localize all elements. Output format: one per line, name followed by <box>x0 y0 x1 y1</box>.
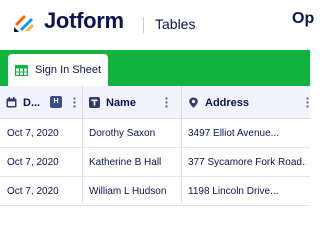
cell-date[interactable]: Oct 7, 2020 <box>7 148 83 177</box>
brand-name[interactable]: Jotform <box>44 8 124 34</box>
jotform-logo-icon[interactable] <box>12 10 36 34</box>
cell-address[interactable]: 3497 Elliot Avenue... <box>188 119 306 148</box>
column-label-date: D... <box>23 96 41 109</box>
column-menu-icon[interactable] <box>306 97 309 108</box>
cell-name[interactable]: Katherine B Hall <box>89 148 181 177</box>
cell-address[interactable]: 377 Sycamore Fork Road... <box>188 148 306 177</box>
cell-address[interactable]: 1198 Lincoln Drive... <box>188 177 306 206</box>
sheet-tab-bar: Sign In Sheet <box>0 50 310 86</box>
table-sheet-icon <box>15 64 28 76</box>
calendar-icon <box>6 97 17 108</box>
column-header-date[interactable]: D... <box>6 86 82 119</box>
cell-name[interactable]: Dorothy Saxon <box>89 119 181 148</box>
cell-date[interactable]: Oct 7, 2020 <box>7 177 83 206</box>
column-menu-icon[interactable] <box>73 97 76 108</box>
tab-sign-in-sheet[interactable]: Sign In Sheet <box>8 54 108 86</box>
table-header: D... H Name Address <box>0 86 310 119</box>
text-type-icon <box>89 97 100 108</box>
column-header-address[interactable]: Address <box>188 86 310 119</box>
app-header: Jotform Tables Op <box>0 0 314 50</box>
location-pin-icon <box>189 97 198 108</box>
header-divider <box>143 17 144 33</box>
table-row[interactable]: Oct 7, 2020 William L Hudson 1198 Lincol… <box>0 177 310 206</box>
column-label-address: Address <box>205 96 250 109</box>
tab-label: Sign In Sheet <box>35 64 102 76</box>
column-type-badge[interactable]: H <box>50 96 62 108</box>
cell-name[interactable]: William L Hudson <box>89 177 181 206</box>
column-label-name: Name <box>106 96 136 109</box>
column-menu-icon[interactable] <box>165 97 168 108</box>
table-row[interactable]: Oct 7, 2020 Dorothy Saxon 3497 Elliot Av… <box>0 119 310 148</box>
table-row[interactable]: Oct 7, 2020 Katherine B Hall 377 Sycamor… <box>0 148 310 177</box>
product-name: Tables <box>155 16 196 32</box>
cell-date[interactable]: Oct 7, 2020 <box>7 119 83 148</box>
header-right-text[interactable]: Op <box>292 10 314 28</box>
